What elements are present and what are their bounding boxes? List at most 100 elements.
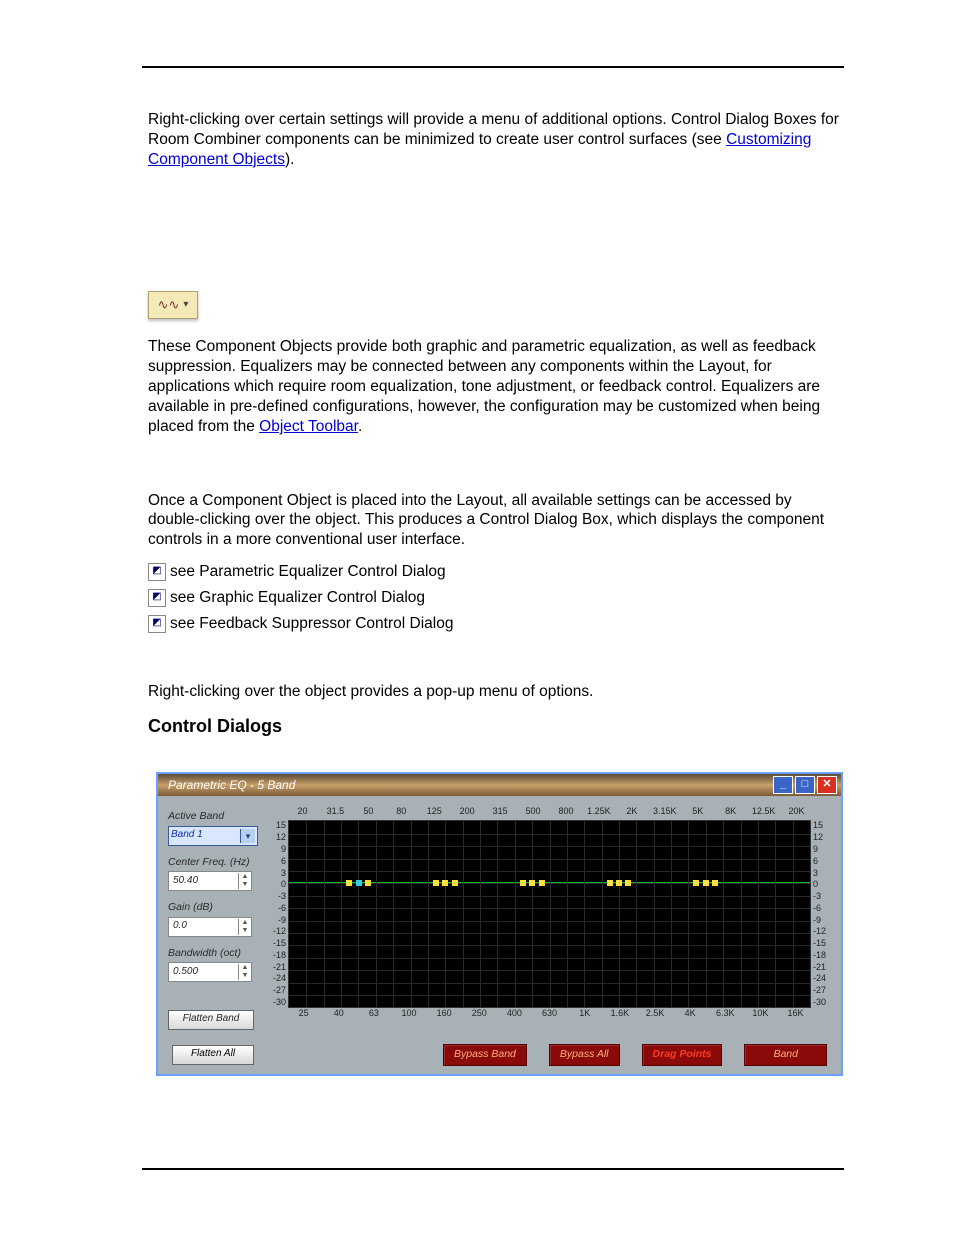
see-link-label: see Parametric Equalizer Control Dialog — [170, 562, 446, 582]
tick-label: -12 — [813, 926, 831, 938]
tick-label: 800 — [550, 806, 583, 820]
band-node[interactable] — [539, 880, 545, 886]
tick-label: 1.6K — [602, 1008, 637, 1022]
x-ticks-bottom: 2540631001602504006301K1.6K2.5K4K6.3K10K… — [264, 1008, 831, 1022]
bandwidth-stepper[interactable]: 0.500 ▲▼ — [168, 962, 252, 982]
tick-label: 12.5K — [747, 806, 780, 820]
band-node[interactable] — [356, 880, 362, 886]
tick-label: 630 — [532, 1008, 567, 1022]
spinner-icon: ▲▼ — [238, 919, 251, 935]
tick-label: 200 — [451, 806, 484, 820]
band-node[interactable] — [433, 880, 439, 886]
tick-label: 125 — [418, 806, 451, 820]
tick-label: 3 — [813, 868, 831, 880]
see-link-row[interactable]: ◩ see Feedback Suppressor Control Dialog — [148, 614, 844, 634]
see-link-row[interactable]: ◩ see Parametric Equalizer Control Dialo… — [148, 562, 844, 582]
tick-label: 10K — [743, 1008, 778, 1022]
y-ticks-right: 15129630-3-6-9-12-15-18-21-24-27-30 — [811, 820, 831, 1008]
tick-label: 6 — [813, 856, 831, 868]
flatten-band-button[interactable]: Flatten Band — [168, 1010, 254, 1030]
tick-label: 25 — [286, 1008, 321, 1022]
active-band-select[interactable]: Band 1 ▾ — [168, 826, 258, 846]
dialog-side-panel: Active Band Band 1 ▾ Center Freq. (Hz) 5… — [168, 806, 256, 1030]
tick-label: -21 — [813, 962, 831, 974]
tick-label: 15 — [813, 820, 831, 832]
tick-label: 0 — [813, 879, 831, 891]
maximize-button[interactable]: □ — [795, 776, 815, 794]
band-node[interactable] — [712, 880, 718, 886]
tick-label: 80 — [385, 806, 418, 820]
see-link-label: see Graphic Equalizer Control Dialog — [170, 588, 425, 608]
tick-label: 0 — [264, 879, 286, 891]
tick-label: -27 — [813, 985, 831, 997]
tick-label: 3 — [264, 868, 286, 880]
minimize-button[interactable]: _ — [773, 776, 793, 794]
tick-label: 4K — [673, 1008, 708, 1022]
tick-label: -18 — [264, 950, 286, 962]
center-freq-stepper[interactable]: 50.40 ▲▼ — [168, 871, 252, 891]
band-node[interactable] — [365, 880, 371, 886]
tick-label: 20 — [286, 806, 319, 820]
bypass-band-button[interactable]: Bypass Band — [443, 1044, 527, 1066]
tick-label: 12 — [264, 832, 286, 844]
equalizer-toolbar-icon: ∿∿ ▾ — [148, 291, 198, 319]
close-button[interactable]: ✕ — [817, 776, 837, 794]
tick-label: -30 — [813, 997, 831, 1009]
chevron-down-icon: ▾ — [240, 829, 255, 843]
tick-label: 1.25K — [582, 806, 615, 820]
text: ). — [285, 151, 294, 168]
tick-label: 315 — [484, 806, 517, 820]
dialog-titlebar[interactable]: Parametric EQ - 5 Band _ □ ✕ — [158, 774, 841, 796]
page-icon: ◩ — [148, 589, 166, 607]
eq-graph[interactable]: 2031.550801252003155008001.25K2K3.15K5K8… — [264, 806, 831, 1030]
band-node[interactable] — [625, 880, 631, 886]
band-node[interactable] — [452, 880, 458, 886]
tick-label: -18 — [813, 950, 831, 962]
tick-label: 6 — [264, 856, 286, 868]
tick-label: -6 — [813, 903, 831, 915]
tick-label: -12 — [264, 926, 286, 938]
tick-label: -30 — [264, 997, 286, 1009]
band-node[interactable] — [703, 880, 709, 886]
band-node[interactable] — [607, 880, 613, 886]
tick-label: 5K — [681, 806, 714, 820]
band-node[interactable] — [346, 880, 352, 886]
center-freq-label: Center Freq. (Hz) — [168, 856, 256, 869]
tick-label: -3 — [264, 891, 286, 903]
tick-label: -6 — [264, 903, 286, 915]
tick-label: 16K — [778, 1008, 813, 1022]
tick-label: 8K — [714, 806, 747, 820]
text: . — [358, 418, 362, 435]
spinner-icon: ▲▼ — [238, 873, 251, 889]
band-node[interactable] — [616, 880, 622, 886]
tick-label: 12 — [813, 832, 831, 844]
paragraph: Right-clicking over certain settings wil… — [148, 110, 844, 169]
tick-label: 3.15K — [648, 806, 681, 820]
y-ticks-left: 15129630-3-6-9-12-15-18-21-24-27-30 — [264, 820, 288, 1008]
tick-label: 2.5K — [637, 1008, 672, 1022]
flatten-all-button[interactable]: Flatten All — [172, 1045, 254, 1065]
tick-label: 2K — [615, 806, 648, 820]
tick-label: 160 — [427, 1008, 462, 1022]
see-link-row[interactable]: ◩ see Graphic Equalizer Control Dialog — [148, 588, 844, 608]
tick-label: 100 — [391, 1008, 426, 1022]
active-band-value: Band 1 — [171, 829, 203, 842]
bypass-all-button[interactable]: Bypass All — [549, 1044, 620, 1066]
band-node[interactable] — [520, 880, 526, 886]
active-band-label: Active Band — [168, 810, 256, 823]
tick-label: 15 — [264, 820, 286, 832]
gain-stepper[interactable]: 0.0 ▲▼ — [168, 917, 252, 937]
band-node[interactable] — [529, 880, 535, 886]
eq-plot-area[interactable] — [288, 820, 811, 1008]
link-object-toolbar[interactable]: Object Toolbar — [259, 418, 358, 435]
drag-points-button[interactable]: Drag Points — [642, 1044, 723, 1066]
page-icon: ◩ — [148, 615, 166, 633]
band-button[interactable]: Band — [744, 1044, 827, 1066]
paragraph: These Component Objects provide both gra… — [148, 337, 844, 436]
tick-label: 1K — [567, 1008, 602, 1022]
tick-label: 500 — [517, 806, 550, 820]
band-node[interactable] — [442, 880, 448, 886]
band-node[interactable] — [693, 880, 699, 886]
tick-label: 400 — [497, 1008, 532, 1022]
tick-label: -3 — [813, 891, 831, 903]
